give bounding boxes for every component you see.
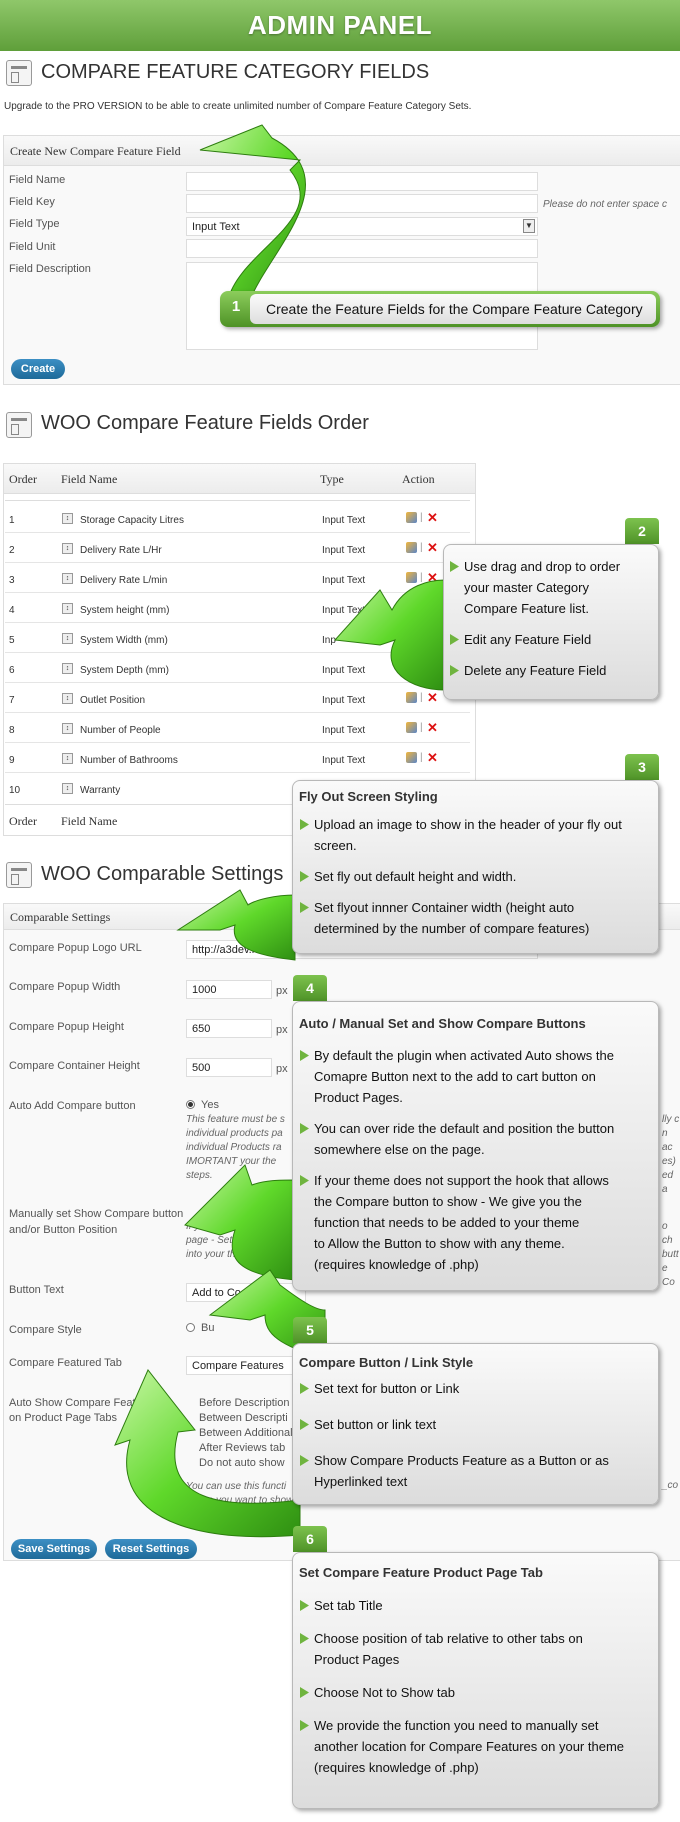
c6-item-line: (requires knowledge of .php) bbox=[314, 1760, 479, 1775]
c6-item-line: Set tab Title bbox=[314, 1598, 383, 1613]
c6-item-line: Choose Not to Show tab bbox=[314, 1685, 455, 1700]
c4-item-line: Comapre Button next to the add to cart b… bbox=[314, 1069, 596, 1084]
callout-5-number: 5 bbox=[293, 1317, 327, 1343]
c2-item-line: Delete any Feature Field bbox=[464, 663, 607, 678]
c4-item-line: function that needs to be added to your … bbox=[314, 1215, 580, 1230]
arrow-3 bbox=[176, 889, 296, 961]
callout-2-number: 2 bbox=[625, 518, 659, 544]
callout-6-title: Set Compare Feature Product Page Tab bbox=[299, 1565, 543, 1580]
c6-item-line: Product Pages bbox=[314, 1652, 400, 1667]
c4-item-line: Product Pages. bbox=[314, 1090, 403, 1105]
c4-item-line: You can over ride the default and positi… bbox=[314, 1121, 615, 1136]
c3-item-line: Set fly out default height and width. bbox=[314, 869, 517, 884]
c4-item-line: the Compare button to show - We give you… bbox=[314, 1194, 582, 1209]
c6-item-line: Choose position of tab relative to other… bbox=[314, 1631, 583, 1646]
c4-item-line: (requires knowledge of .php) bbox=[314, 1257, 479, 1272]
callout-3-title: Fly Out Screen Styling bbox=[299, 789, 438, 804]
c2-item-line: Edit any Feature Field bbox=[464, 632, 592, 647]
arrow-6 bbox=[114, 1369, 301, 1538]
c4-item-line: By default the plugin when activated Aut… bbox=[314, 1048, 614, 1063]
c4-item-line: to Allow the Button to show with any the… bbox=[314, 1236, 565, 1251]
c3-item-line: determined by the number of compare feat… bbox=[314, 921, 590, 936]
c3-item-line: Set flyout innner Container width (heigh… bbox=[314, 900, 575, 915]
c2-item-line: Use drag and drop to order bbox=[464, 559, 621, 574]
arrow-2 bbox=[333, 579, 446, 691]
c2-item-line: your master Category bbox=[464, 580, 589, 595]
c5-item-line: Show Compare Products Feature as a Butto… bbox=[314, 1453, 609, 1468]
c3-item-line: screen. bbox=[314, 838, 357, 853]
callout-5-title: Compare Button / Link Style bbox=[299, 1355, 474, 1370]
arrow-4 bbox=[184, 1164, 296, 1281]
c4-item-line: somewhere else on the page. bbox=[314, 1142, 485, 1157]
c5-item-line: Set button or link text bbox=[314, 1417, 437, 1432]
c4-item-line: If your theme does not support the hook … bbox=[314, 1173, 609, 1188]
callout-1-text: Create the Feature Fields for the Compar… bbox=[250, 294, 656, 324]
c6-item-line: another location for Compare Features on… bbox=[314, 1739, 625, 1754]
c3-item-line: Upload an image to show in the header of… bbox=[314, 817, 622, 832]
c2-item-line: Compare Feature list. bbox=[464, 601, 589, 616]
callout-6-number: 6 bbox=[293, 1526, 327, 1552]
c5-item-line: Set text for button or Link bbox=[314, 1381, 460, 1396]
callout-1-number: 1 bbox=[231, 298, 241, 315]
callout-4-number: 4 bbox=[293, 975, 327, 1001]
callout-4-title: Auto / Manual Set and Show Compare Butto… bbox=[299, 1016, 586, 1031]
c6-item-line: We provide the function you need to manu… bbox=[314, 1718, 599, 1733]
callout-3-number: 3 bbox=[625, 754, 659, 780]
arrow-1 bbox=[199, 124, 306, 301]
c5-item-line: Hyperlinked text bbox=[314, 1474, 408, 1489]
